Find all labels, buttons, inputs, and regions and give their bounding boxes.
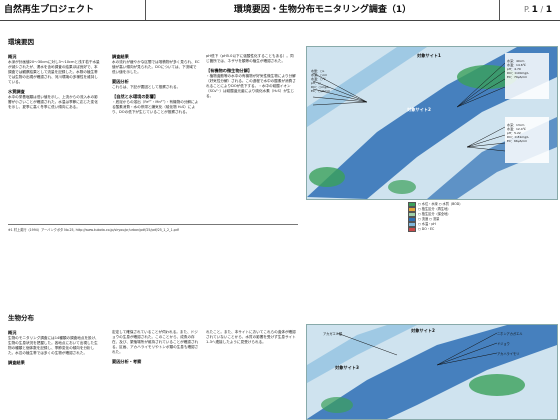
map-value-label: EC：○μS/cm [311, 89, 331, 93]
text-column-3b: れたこと。また、本サイトにおいてこれらの遺体が確認されていないことから、水質の影… [206, 330, 296, 349]
paragraph-heading: 概況 [8, 330, 17, 335]
paragraph-text: れたこと。また、本サイトにおいてこれらの遺体が確認されていないことから、水質の影… [206, 330, 296, 344]
page-title: 環境要因・生物分布モニタリング調査（1） [145, 0, 500, 20]
map-value-label: EC：79μS/cm [507, 75, 528, 79]
map-value-label: EC：66μS/cm [507, 139, 528, 143]
paragraph-heading: 水質調査 [8, 89, 25, 94]
map-site-label-2: 対象サイト2 [407, 107, 431, 112]
legend-swatch [408, 227, 416, 232]
page-indicator: P. 1 / 1 [523, 5, 552, 15]
paragraph-heading: 調査結果 [8, 360, 25, 365]
paragraph-heading: 調査結果 [112, 54, 129, 59]
map-labels-site-1: 水深：40cm 水温：14.6℃ pH：4.70 DO：0.00mg/L EC：79μS… [507, 59, 529, 79]
legend-label: ○ DO・EC [418, 227, 435, 231]
map-labels-site-left: 水量：○L 水深：○cm 水温：○℃ pH：○ DO：○mg/L EC：○μS/cm [311, 69, 330, 93]
paragraph-heading: 【自然と水環境の影響】 [112, 94, 159, 99]
paragraph-text: 水の流れが緩やかな区間では堆積物が多く見られ、EC値が高い傾向が見られた。DOに… [112, 60, 200, 74]
paragraph-text: ・底泥からの溶出（Fe²⁺・Mn²⁺）・有機物の分解による酸素消費・水の停滞と嫌… [112, 100, 199, 114]
text-column-2b: 定定して確保されていることが伺われる。また、ドジョウの生息が確認された。このこと… [112, 330, 200, 365]
species-labels: ニホンアカガエル ドジョウアカハライモリ [497, 329, 523, 359]
organism-map: 対象サイト2 対象サイト3 アカガエル類 ニホンアカガエル ドジョウアカハライモリ [306, 324, 558, 420]
map-labels-site-2: 水深：13cm 水温：12.4℃ pH：5.22 DO：0.81mg/L EC：66μS… [507, 123, 529, 143]
organism-site-label-3: 対象サイト3 [335, 365, 359, 370]
map-site-label-1: 対象サイト1 [417, 53, 441, 58]
text-column-3: pH低下（pH5.0以下に強酸性化することもある）。同じ箇所では、ネザサを類等の… [206, 54, 296, 103]
paragraph-text: 生物のモニタリング調査には14種類の調査地点を設け、生物の生息状況を把握した。各… [8, 336, 99, 355]
section-title-environment: 環境要因 [8, 38, 34, 46]
paragraph-text: これらは、下記が要因として推察される。 [112, 85, 181, 89]
text-column-1b: 概況 生物のモニタリング調査には14種類の調査地点を設け、生物の生息状況を把握した… [8, 330, 100, 366]
species-label: ニホンアカガエル [497, 332, 523, 336]
paragraph-text: 水深が計画値20〜30cmに対し3〜10cmと浅す若干水量が減少されたが、湧水を… [8, 60, 100, 84]
species-label: ドジョウ [497, 342, 510, 346]
text-column-1: 概況 水深が計画値20〜30cmに対し3〜10cmと浅す若干水量が減少されたが、湧… [8, 54, 100, 114]
page-header: 自然再生プロジェクト 環境要因・生物分布モニタリング調査（1） P. 1 / 1 [0, 0, 560, 21]
paragraph-text: ・植物遺骸等の水中の有機物が好気性微生物により分解（好気性分解）される。この過程… [206, 74, 296, 98]
section-title-organisms: 生物分布 [8, 314, 34, 322]
species-label-left: アカガエル類 [323, 332, 343, 336]
paragraph-heading: 要因分析・考察 [112, 359, 142, 364]
paragraph-text: 水中の栄養塩類は低い値を示し、上流からの流入水の影響が小さいことが確認された。水… [8, 95, 98, 109]
species-label: アカハライモリ [497, 352, 520, 356]
organism-site-label-2: 対象サイト2 [411, 328, 435, 333]
text-column-2: 調査結果 水の流れが緩やかな区間では堆積物が多く見られ、EC値が高い傾向が見られた… [112, 54, 200, 119]
legend-item: ○ DO・EC [408, 227, 554, 232]
map-legend: ○ 水位・水深 ○ 水質（BOD） ○ 植生区分（再生地） ○ 植生区分（保全地） ○… [408, 202, 554, 232]
environment-map: 対象サイト1 対象サイト2 水量：○L 水深：○cm 水温：○℃ pH：○ DO：○mg… [306, 46, 558, 200]
footnote: ※1 村上英行（1994）アーバンクボタ No.25, http://www.k… [8, 228, 179, 232]
paragraph-heading: 概況 [8, 54, 17, 59]
paragraph-text: pH低下（pH5.0以下に強酸性化することもある）。同じ箇所では、ネザサを類等の… [206, 54, 294, 63]
paragraph-text: 定定して確保されていることが伺われる。また、ドジョウの生息が確認された。このこと… [112, 330, 199, 354]
paragraph-heading: 【有機物の微生物分解】 [206, 68, 253, 73]
paragraph-heading: 要因分析 [112, 79, 129, 84]
project-name: 自然再生プロジェクト [4, 5, 95, 15]
footnote-rule [8, 224, 298, 225]
